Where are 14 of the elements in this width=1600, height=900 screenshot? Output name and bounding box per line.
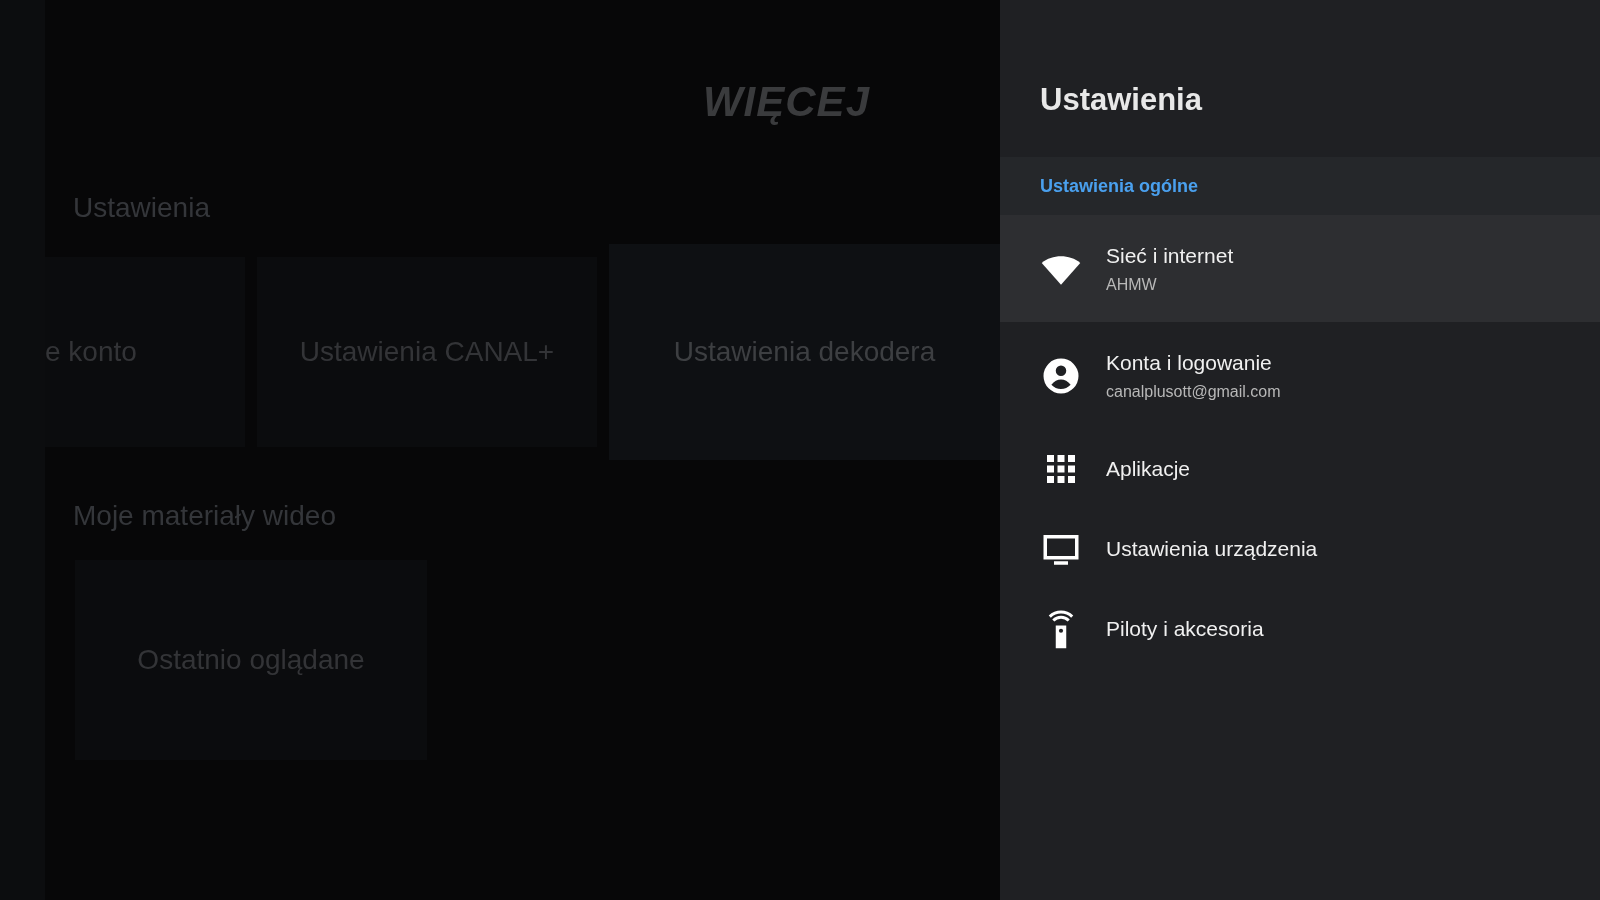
item-label: Piloty i akcesoria	[1106, 617, 1264, 641]
panel-title: Ustawienia	[1039, 81, 1204, 119]
section-label: Ustawienia ogólne	[1040, 175, 1199, 197]
menu-item[interactable]: Sieć i internet AHMW	[1000, 215, 1600, 322]
item-subtitle: canalplusott@gmail.com	[1106, 382, 1281, 401]
item-label: Sieć i internet	[1106, 243, 1234, 268]
item-label: Konta i logowanie	[1106, 350, 1273, 375]
menu-item[interactable]: Piloty i akcesoria	[1000, 589, 1600, 669]
menu-item[interactable]: Ustawienia urządzenia	[1000, 509, 1600, 589]
item-label: Ustawienia urządzenia	[1106, 537, 1318, 561]
item-subtitle: AHMW	[1106, 275, 1158, 294]
menu-item[interactable]: Aplikacje	[1000, 429, 1600, 509]
menu-item[interactable]: Konta i logowanie canalplusott@gmail.com	[1000, 322, 1600, 429]
item-label: Aplikacje	[1106, 457, 1191, 481]
